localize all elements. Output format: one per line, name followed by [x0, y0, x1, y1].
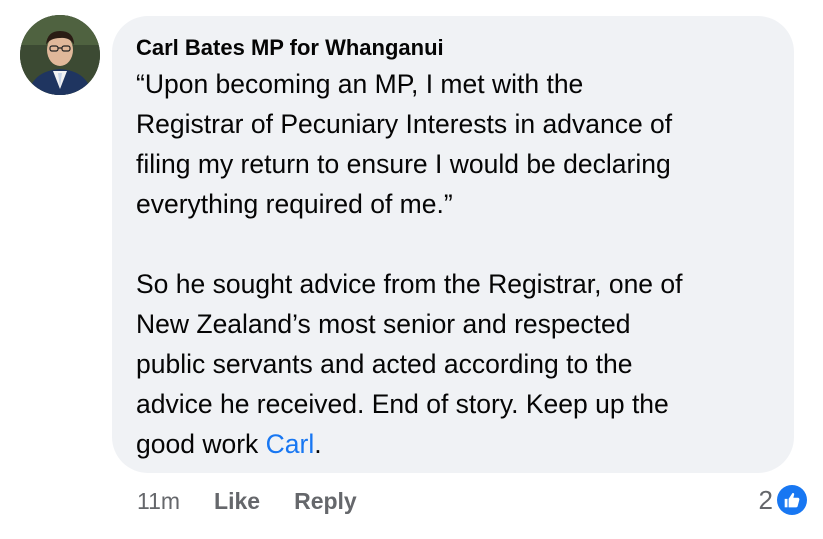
like-button[interactable]: Like [214, 488, 260, 515]
comment-author[interactable]: Carl Bates MP for Whanganui [136, 33, 774, 63]
reaction-count: 2 [758, 484, 773, 515]
comment-line: So he sought advice from the Registrar, … [136, 269, 683, 299]
comment-line: advice he received. End of story. Keep u… [136, 389, 669, 419]
comment-line: filing my return to ensure I would be de… [136, 149, 671, 179]
reply-button[interactable]: Reply [294, 488, 357, 515]
comment-line: New Zealand’s most senior and respected [136, 309, 631, 339]
last-line-suffix: . [314, 429, 322, 459]
avatar[interactable] [20, 15, 100, 95]
comment-line: everything required of me.” [136, 189, 453, 219]
comment-paragraph-1: “Upon becoming an MP, I met with the Reg… [136, 64, 774, 224]
comment-bubble: Carl Bates MP for Whanganui “Upon becomi… [112, 16, 794, 473]
comment-actions: 11m Like Reply [137, 484, 391, 518]
thumbs-up-icon [777, 485, 807, 515]
comment-line: “Upon becoming an MP, I met with the [136, 69, 584, 99]
mention-link[interactable]: Carl [266, 429, 315, 459]
comment-last-line: good work Carl. [136, 424, 774, 464]
last-line-prefix: good work [136, 429, 266, 459]
comment-line: public servants and acted according to t… [136, 349, 633, 379]
comment-paragraph-2: So he sought advice from the Registrar, … [136, 264, 774, 464]
comment-timestamp[interactable]: 11m [137, 488, 180, 515]
avatar-photo [20, 15, 100, 95]
reaction-summary[interactable]: 2 [759, 481, 807, 519]
comment-line: Registrar of Pecuniary Interests in adva… [136, 109, 673, 139]
